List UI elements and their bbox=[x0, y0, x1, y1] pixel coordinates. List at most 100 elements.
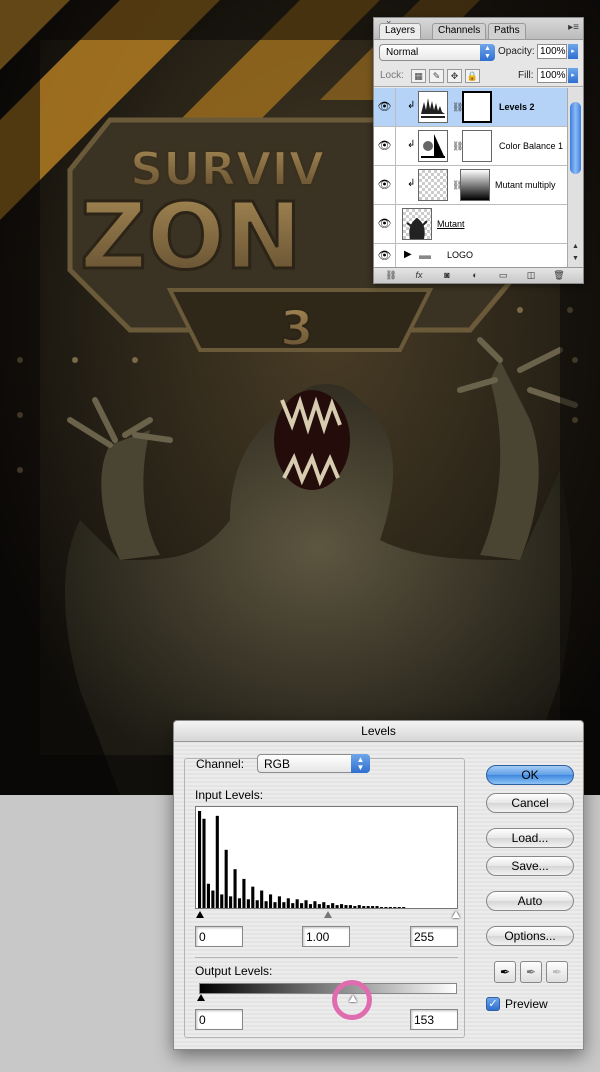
input-gamma-field[interactable]: 1.00 bbox=[302, 926, 350, 947]
lock-position-icon[interactable]: ✥ bbox=[447, 69, 462, 83]
gray-eyedropper-icon[interactable]: ✒ bbox=[520, 961, 542, 983]
blend-mode-value: Normal bbox=[386, 47, 419, 58]
layers-panel: × Layers Channels Paths ▸≡ Normal ▲▼ Opa… bbox=[373, 17, 584, 284]
preview-checkbox[interactable]: ✓ bbox=[486, 997, 500, 1011]
input-white-point-slider[interactable] bbox=[452, 911, 460, 918]
adjustment-icon[interactable]: ◐ bbox=[468, 270, 482, 281]
layer-row-logo-group[interactable]: 👁 ▶ ▬ LOGO bbox=[374, 244, 567, 268]
histogram-bar bbox=[215, 815, 219, 908]
options-button[interactable]: Options... bbox=[486, 926, 574, 946]
clipping-arrow-icon: ↲ bbox=[407, 178, 416, 189]
lock-pixels-icon[interactable]: ✎ bbox=[429, 69, 444, 83]
histogram-bar bbox=[291, 903, 295, 908]
white-eyedropper-icon[interactable]: ✒ bbox=[546, 961, 568, 983]
histogram-bar bbox=[322, 902, 326, 908]
layer-name[interactable]: Mutant bbox=[437, 219, 465, 229]
input-gamma-slider[interactable] bbox=[324, 911, 332, 918]
input-white-field[interactable]: 255 bbox=[410, 926, 458, 947]
histogram-bar bbox=[366, 906, 370, 908]
visibility-eye-icon[interactable]: 👁 bbox=[374, 205, 396, 244]
cancel-button[interactable]: Cancel bbox=[486, 793, 574, 813]
histogram-bar bbox=[224, 849, 228, 908]
levels-adjustment-thumbnail bbox=[418, 91, 448, 123]
layer-row-levels-2[interactable]: 👁 ↲ ⛓ Levels 2 bbox=[374, 88, 567, 127]
scroll-down-icon[interactable]: ▼ bbox=[568, 255, 583, 267]
layer-name[interactable]: Levels 2 bbox=[499, 102, 535, 112]
layers-scrollbar[interactable]: ▲ ▼ bbox=[567, 88, 583, 268]
input-black-point-slider[interactable] bbox=[196, 911, 204, 918]
save-button[interactable]: Save... bbox=[486, 856, 574, 876]
channel-select[interactable]: RGB ▲ ▼ bbox=[257, 754, 370, 773]
histogram-bar bbox=[286, 898, 290, 908]
histogram-bar bbox=[393, 907, 397, 908]
histogram-bar bbox=[206, 883, 210, 908]
histogram-bar bbox=[273, 902, 277, 908]
auto-button[interactable]: Auto bbox=[486, 891, 574, 911]
layer-name[interactable]: Mutant multiply bbox=[495, 180, 556, 190]
histogram-bar bbox=[353, 906, 357, 908]
visibility-eye-icon[interactable]: 👁 bbox=[374, 127, 396, 166]
panel-menu-icon[interactable]: ▸≡ bbox=[568, 22, 579, 33]
color-balance-thumbnail bbox=[418, 130, 448, 162]
ok-button[interactable]: OK bbox=[486, 765, 574, 785]
lock-transparency-icon[interactable]: ▦ bbox=[411, 69, 426, 83]
layer-mask-thumbnail[interactable] bbox=[462, 91, 492, 123]
tab-paths[interactable]: Paths bbox=[488, 23, 526, 39]
layer-name[interactable]: Color Balance 1 bbox=[499, 141, 563, 151]
histogram-bar bbox=[211, 890, 215, 908]
tab-channels[interactable]: Channels bbox=[432, 23, 487, 39]
layer-row-mutant-multiply[interactable]: 👁 ↲ ⛓ Mutant multiply bbox=[374, 166, 567, 205]
dialog-title[interactable]: Levels bbox=[174, 721, 583, 742]
histogram-bar bbox=[308, 904, 313, 908]
histogram-bar bbox=[339, 904, 344, 908]
scroll-up-icon[interactable]: ▲ bbox=[568, 243, 583, 255]
mask-icon[interactable]: ◙ bbox=[440, 270, 454, 281]
new-layer-icon[interactable]: ◫ bbox=[524, 270, 538, 281]
opacity-field[interactable]: 100% bbox=[537, 44, 567, 59]
input-black-field[interactable]: 0 bbox=[195, 926, 243, 947]
logo-number-text: 3 bbox=[280, 301, 313, 357]
layer-row-mutant[interactable]: 👁 Mutant bbox=[374, 205, 567, 244]
visibility-eye-icon[interactable]: 👁 bbox=[374, 244, 396, 268]
separator bbox=[195, 957, 458, 958]
black-eyedropper-icon[interactable]: ✒ bbox=[494, 961, 516, 983]
lock-fill-row: Lock: ▦ ✎ ✥ 🔒 Fill: 100% ▸ bbox=[374, 66, 583, 87]
histogram-bar bbox=[371, 906, 375, 908]
output-gradient-bar bbox=[199, 983, 457, 994]
histogram-bar bbox=[397, 907, 401, 908]
load-button[interactable]: Load... bbox=[486, 828, 574, 848]
histogram-graph bbox=[198, 811, 406, 908]
scrollbar-thumb[interactable] bbox=[570, 102, 581, 174]
mutant-thumbnail bbox=[402, 208, 432, 240]
visibility-eye-icon[interactable]: 👁 bbox=[374, 88, 396, 127]
link-icon[interactable]: ⛓ bbox=[384, 270, 398, 281]
visibility-eye-icon[interactable]: 👁 bbox=[374, 166, 396, 205]
blend-mode-select[interactable]: Normal ▲ ▼ bbox=[379, 44, 495, 61]
select-arrows-icon: ▲ ▼ bbox=[480, 44, 495, 61]
histogram-bar bbox=[246, 899, 250, 908]
histogram-bar bbox=[264, 901, 268, 908]
histogram-bar bbox=[344, 905, 348, 908]
expand-triangle-icon[interactable]: ▶ bbox=[404, 249, 412, 260]
histogram-bar bbox=[348, 905, 352, 908]
fx-icon[interactable]: fx bbox=[412, 270, 426, 281]
opacity-slider-arrow-icon[interactable]: ▸ bbox=[568, 44, 578, 59]
output-black-point-slider[interactable] bbox=[197, 994, 205, 1001]
layer-row-color-balance-1[interactable]: 👁 ↲ ⛓ Color Balance 1 bbox=[374, 127, 567, 166]
layer-name[interactable]: LOGO bbox=[447, 250, 473, 260]
histogram-bar bbox=[375, 906, 379, 908]
lock-all-icon[interactable]: 🔒 bbox=[465, 69, 480, 83]
fill-slider-arrow-icon[interactable]: ▸ bbox=[568, 68, 578, 83]
histogram-bar bbox=[295, 899, 299, 908]
layer-mask-thumbnail[interactable] bbox=[462, 130, 492, 162]
output-black-field[interactable]: 0 bbox=[195, 1009, 243, 1030]
output-white-field[interactable]: 153 bbox=[410, 1009, 458, 1030]
histogram-bar bbox=[326, 905, 330, 908]
folder-icon[interactable]: ▭ bbox=[496, 270, 510, 281]
tab-layers[interactable]: Layers bbox=[379, 23, 422, 39]
fill-field[interactable]: 100% bbox=[537, 68, 567, 83]
trash-icon[interactable]: 🗑 bbox=[552, 270, 566, 281]
histogram-bar bbox=[277, 896, 281, 908]
channel-label: Channel: bbox=[196, 757, 245, 771]
layer-mask-thumbnail[interactable] bbox=[460, 169, 490, 201]
